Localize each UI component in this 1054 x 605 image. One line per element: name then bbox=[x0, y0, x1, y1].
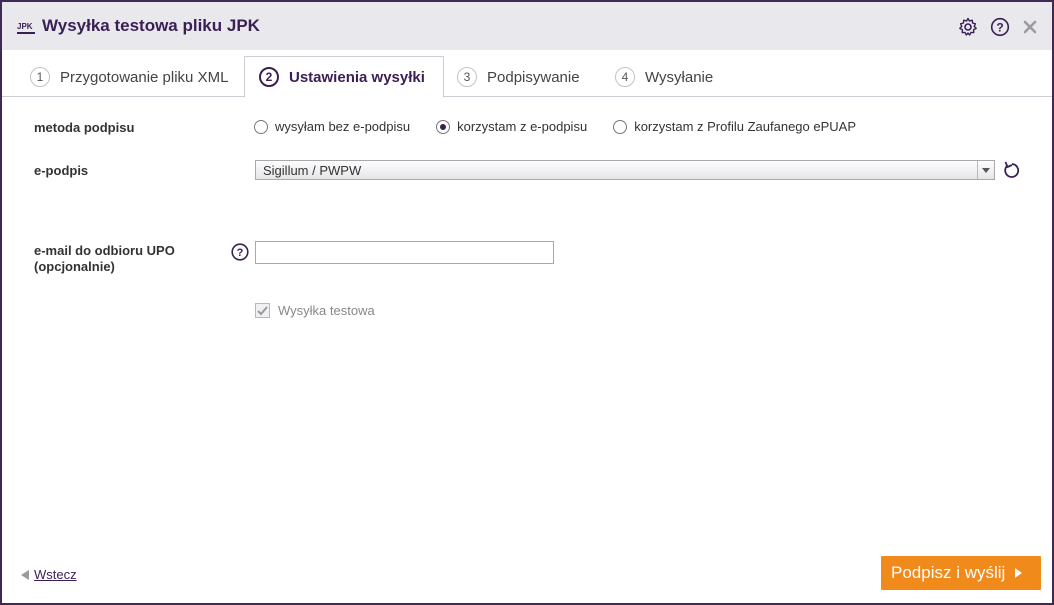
tab-label: Podpisywanie bbox=[487, 68, 580, 86]
svg-text:?: ? bbox=[996, 21, 1003, 35]
tab-podpisywanie[interactable]: 3 Podpisywanie bbox=[457, 58, 580, 96]
radio-circle[interactable] bbox=[254, 119, 268, 134]
sign-and-send-button[interactable]: Podpisz i wyślij bbox=[881, 556, 1041, 590]
email-upo-input[interactable] bbox=[255, 241, 554, 264]
signature-method-group: wysyłam bez e-podpisu korzystam z e-podp… bbox=[254, 119, 882, 134]
tab-label: Przygotowanie pliku XML bbox=[60, 68, 229, 86]
radio-no-signature[interactable]: wysyłam bez e-podpisu bbox=[254, 119, 410, 134]
signature-method-label: metoda podpisu bbox=[34, 120, 135, 135]
triangle-right-icon bbox=[1015, 568, 1023, 578]
question-icon[interactable]: ? bbox=[231, 243, 249, 261]
svg-text:JPK: JPK bbox=[17, 22, 33, 31]
tab-number: 2 bbox=[259, 67, 279, 87]
tab-number: 3 bbox=[457, 67, 477, 87]
epodpis-select[interactable]: Sigillum / PWPW bbox=[255, 160, 995, 180]
tab-number: 4 bbox=[615, 67, 635, 87]
tab-wysylanie[interactable]: 4 Wysyłanie bbox=[615, 58, 713, 96]
radio-epuap[interactable]: korzystam z Profilu Zaufanego ePUAP bbox=[613, 119, 856, 134]
title-bar: JPK Wysyłka testowa pliku JPK ? bbox=[2, 2, 1052, 50]
tab-label: Ustawienia wysyłki bbox=[289, 68, 425, 86]
email-upo-label-line2: (opcjonalnie) bbox=[34, 259, 115, 274]
radio-label: korzystam z e-podpisu bbox=[457, 119, 588, 134]
radio-label: korzystam z Profilu Zaufanego ePUAP bbox=[634, 119, 857, 134]
radio-circle[interactable] bbox=[613, 119, 628, 134]
tab-bar: 1 Przygotowanie pliku XML 2 Ustawienia w… bbox=[2, 50, 1052, 98]
test-shipment-label: Wysyłka testowa bbox=[278, 303, 375, 318]
tab-number: 1 bbox=[30, 67, 50, 87]
sign-and-send-label: Podpisz i wyślij bbox=[891, 563, 1006, 582]
test-shipment-checkbox-row[interactable]: Wysyłka testowa bbox=[255, 303, 375, 318]
epodpis-selected-value: Sigillum / PWPW bbox=[263, 163, 362, 178]
back-link-label[interactable]: Wstecz bbox=[34, 567, 77, 582]
chevron-down-icon[interactable] bbox=[977, 161, 994, 179]
email-upo-label-line1: e-mail do odbioru UPO bbox=[34, 243, 175, 258]
close-icon[interactable] bbox=[1022, 19, 1038, 35]
tab-ustawienia-wysylki[interactable]: 2 Ustawienia wysyłki bbox=[244, 56, 444, 98]
triangle-left-icon bbox=[21, 569, 29, 580]
tab-przygotowanie[interactable]: 1 Przygotowanie pliku XML bbox=[30, 58, 228, 96]
jpk-app-icon: JPK bbox=[17, 22, 35, 34]
gear-icon[interactable] bbox=[958, 17, 978, 37]
svg-text:?: ? bbox=[237, 247, 244, 259]
dialog-window: JPK Wysyłka testowa pliku JPK ? 1 Przygo… bbox=[0, 0, 1054, 605]
refresh-icon[interactable] bbox=[1003, 160, 1021, 180]
radio-e-signature[interactable]: korzystam z e-podpisu bbox=[436, 119, 587, 134]
tab-label: Wysyłanie bbox=[645, 68, 714, 86]
radio-label: wysyłam bez e-podpisu bbox=[275, 119, 411, 134]
back-link[interactable]: Wstecz bbox=[21, 567, 77, 582]
radio-circle-selected[interactable] bbox=[436, 119, 451, 134]
email-upo-label: e-mail do odbioru UPO (opcjonalnie) bbox=[34, 243, 175, 275]
checkmark-icon bbox=[257, 305, 268, 315]
epodpis-label: e-podpis bbox=[34, 163, 89, 178]
dialog-title: Wysyłka testowa pliku JPK bbox=[42, 16, 260, 35]
test-shipment-checkbox[interactable] bbox=[255, 303, 270, 318]
help-icon[interactable]: ? bbox=[990, 17, 1010, 37]
